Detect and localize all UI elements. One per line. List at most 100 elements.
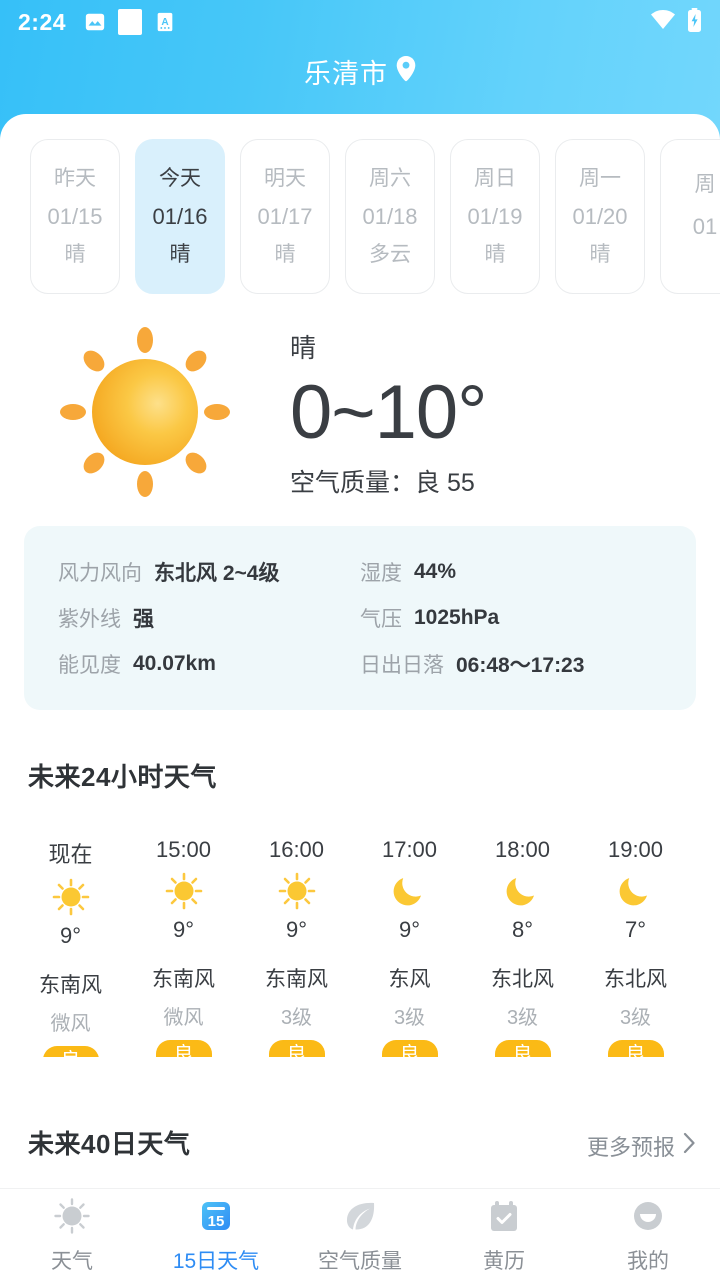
detail-label: 紫外线 (58, 608, 121, 631)
day-card-6[interactable]: 周 01 (660, 139, 720, 294)
detail-item-visibility: 能见度 40.07km (58, 644, 360, 684)
day-condition: 晴 (589, 242, 611, 266)
moon-icon (503, 871, 543, 911)
nav-label: 空气质量 (318, 1249, 402, 1273)
day-card-4[interactable]: 周日 01/19 晴 (450, 139, 540, 294)
day-label: 周日 (474, 167, 516, 191)
svg-text:A: A (161, 17, 169, 28)
current-weather: 晴 0~10° 空气质量：良 55 (0, 319, 720, 509)
nav-item-almanac[interactable]: 黄历 (432, 1195, 576, 1275)
current-weather-text: 晴 0~10° 空气质量：良 55 (290, 319, 720, 509)
hourly-wind-direction: 东南风 (265, 968, 328, 991)
detail-item-sunrise-sunset: 日出日落 06:48〜17:23 (360, 644, 662, 684)
hourly-wind-level: 3级 (619, 1007, 652, 1029)
moon-icon (616, 871, 656, 911)
current-condition: 晴 (290, 333, 317, 364)
status-bar-system-icons (650, 7, 702, 37)
hourly-wind-level: 3级 (393, 1007, 426, 1029)
hourly-aqi-badge: 良 (381, 1040, 438, 1057)
detail-value: 06:48〜17:23 (456, 654, 585, 677)
detail-item-humidity: 湿度 44% (360, 552, 662, 592)
hourly-item-2[interactable]: 16:00 9° 东南风 3级 良 (240, 837, 353, 1057)
hourly-aqi-badge: 良 (268, 1040, 325, 1057)
hourly-aqi-badge: 良 (607, 1040, 664, 1057)
day-date: 01/18 (362, 203, 418, 229)
day-label: 周 (694, 172, 716, 196)
detail-value: 44% (414, 560, 457, 583)
day-label: 周六 (369, 167, 411, 191)
wifi-icon (650, 9, 676, 35)
sun-icon (164, 871, 204, 911)
nav-label: 黄历 (483, 1249, 525, 1273)
day-date: 01/20 (572, 203, 628, 229)
hourly-forecast-list[interactable]: 现在 9° 东南风 微风 良 15:00 9° 东南风 微风 良 1 (0, 837, 720, 1057)
detail-value: 1025hPa (414, 606, 500, 629)
person-icon (628, 1195, 668, 1237)
hourly-aqi-badge: 良 (494, 1040, 551, 1057)
hourly-temp: 9° (398, 917, 421, 942)
status-bar-notification-icons: A (84, 9, 176, 35)
forty-day-section-title: 未来40日天气 (28, 1129, 191, 1159)
hourly-temp: 7° (624, 917, 647, 942)
bottom-navigation-bar[interactable]: 天气 15 15日天气 空气质量 黄历 我的 (0, 1188, 720, 1280)
hourly-temp: 9° (172, 917, 195, 942)
day-card-5[interactable]: 周一 01/20 晴 (555, 139, 645, 294)
hourly-wind-direction: 东风 (388, 968, 431, 991)
hourly-temp: 9° (59, 923, 82, 948)
hourly-wind-direction: 东北风 (491, 968, 554, 991)
sun-icon (277, 871, 317, 911)
nav-item-air-quality[interactable]: 空气质量 (288, 1195, 432, 1275)
location-header[interactable]: 乐清市 (0, 52, 720, 91)
hourly-item-5[interactable]: 19:00 7° 东北风 3级 良 (579, 837, 692, 1057)
day-date: 01 (692, 214, 718, 239)
nav-label: 15日天气 (172, 1249, 260, 1273)
city-name: 乐清市 (304, 59, 388, 89)
hourly-item-1[interactable]: 15:00 9° 东南风 微风 良 (127, 837, 240, 1057)
detail-item-wind: 风力风向 东北风 2~4级 (58, 552, 360, 592)
day-label: 周一 (579, 167, 621, 191)
day-label: 昨天 (54, 167, 96, 191)
hourly-time: 15:00 (155, 837, 212, 862)
map-pin-icon[interactable] (396, 56, 416, 87)
leaf-icon (340, 1195, 380, 1237)
hourly-item-3[interactable]: 17:00 9° 东风 3级 良 (353, 837, 466, 1057)
day-label: 今天 (159, 167, 201, 191)
hourly-wind-direction: 东南风 (39, 974, 102, 997)
hourly-temp: 9° (285, 917, 308, 942)
nav-label: 我的 (627, 1249, 669, 1273)
day-card-2[interactable]: 明天 01/17 晴 (240, 139, 330, 294)
hourly-time: 18:00 (494, 837, 551, 862)
day-card-3[interactable]: 周六 01/18 多云 (345, 139, 435, 294)
hourly-wind-level: 3级 (506, 1007, 539, 1029)
detail-label: 能见度 (58, 654, 121, 677)
day-date: 01/17 (257, 203, 313, 229)
day-date: 01/15 (47, 203, 103, 229)
day-condition: 晴 (484, 242, 506, 266)
more-forecast-label: 更多预报 (586, 1135, 675, 1160)
moon-icon (390, 871, 430, 911)
detail-label: 日出日落 (360, 654, 444, 677)
chevron-right-icon (683, 1132, 696, 1160)
detail-item-uv: 紫外线 强 (58, 598, 360, 638)
sun-icon (52, 1195, 92, 1237)
hourly-item-4[interactable]: 18:00 8° 东北风 3级 良 (466, 837, 579, 1057)
hourly-item-0[interactable]: 现在 9° 东南风 微风 良 (14, 837, 127, 1057)
more-forecast-link[interactable]: 更多预报 (587, 1130, 696, 1162)
detail-value: 强 (133, 608, 154, 631)
day-selector-strip[interactable]: 昨天 01/15 晴 今天 01/16 晴 明天 01/17 晴 周六 01/1… (0, 139, 720, 299)
white-square-icon (118, 9, 143, 35)
day-card-1[interactable]: 今天 01/16 晴 (135, 139, 225, 294)
day-date: 01/16 (152, 203, 208, 229)
status-bar: 2:24 A (0, 0, 720, 44)
nav-item-15-day-weather[interactable]: 15 15日天气 (144, 1195, 288, 1275)
nav-item-weather[interactable]: 天气 (0, 1195, 144, 1275)
day-card-0[interactable]: 昨天 01/15 晴 (30, 139, 120, 294)
content-sheet: 昨天 01/15 晴 今天 01/16 晴 明天 01/17 晴 周六 01/1… (0, 114, 720, 1280)
detail-label: 气压 (360, 608, 402, 631)
hourly-wind-level: 3级 (280, 1007, 313, 1029)
hourly-time: 16:00 (268, 837, 325, 862)
nav-item-mine[interactable]: 我的 (576, 1195, 720, 1275)
calendar-check-icon (484, 1195, 524, 1237)
detail-value: 东北风 2~4级 (154, 562, 280, 585)
hourly-wind-direction: 东北风 (604, 968, 667, 991)
